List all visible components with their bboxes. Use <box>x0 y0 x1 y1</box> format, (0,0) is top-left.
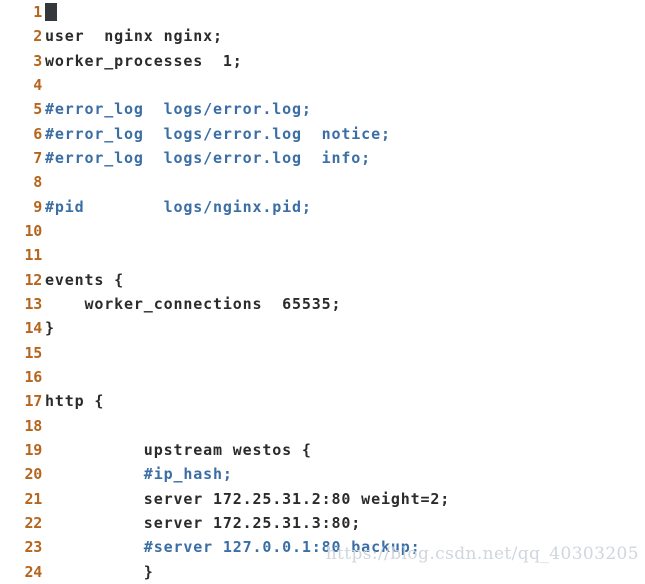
code-text: upstream westos { <box>45 440 312 459</box>
line-number: 3 <box>33 51 42 70</box>
code-text: server 172.25.31.2:80 weight=2; <box>45 489 451 508</box>
code-line[interactable]: 12 events { <box>0 268 645 292</box>
line-number: 5 <box>33 100 42 119</box>
code-line[interactable]: 18 <box>0 414 645 438</box>
line-number: 4 <box>33 75 42 94</box>
code-comment: #server 127.0.0.1:80 backup; <box>45 538 421 557</box>
line-number: 9 <box>33 197 42 216</box>
code-line[interactable]: 11 <box>0 243 645 267</box>
code-line[interactable]: 9 #pid logs/nginx.pid; <box>0 195 645 219</box>
line-number: 20 <box>24 465 43 484</box>
code-line[interactable]: 22 server 172.25.31.3:80; <box>0 511 645 535</box>
code-comment: #error_log logs/error.log; <box>45 100 312 119</box>
code-line[interactable]: 15 <box>0 341 645 365</box>
code-line[interactable]: 23 #server 127.0.0.1:80 backup; <box>0 535 645 559</box>
line-number: 19 <box>24 440 43 459</box>
line-number: 7 <box>33 148 42 167</box>
line-number: 6 <box>33 124 42 143</box>
line-number: 14 <box>24 319 43 338</box>
code-line[interactable]: 19 upstream westos { <box>0 438 645 462</box>
line-number: 15 <box>24 343 43 362</box>
code-line[interactable]: 17 http { <box>0 389 645 413</box>
line-number: 21 <box>24 489 43 508</box>
line-number: 18 <box>24 416 43 435</box>
line-number: 11 <box>24 246 43 265</box>
code-text: worker_connections 65535; <box>45 294 342 313</box>
code-text: worker_processes 1; <box>45 51 243 70</box>
line-number: 24 <box>24 562 43 581</box>
code-line[interactable]: 6 #error_log logs/error.log notice; <box>0 122 645 146</box>
code-text: server 172.25.31.3:80; <box>45 513 362 532</box>
code-line[interactable]: 3 worker_processes 1; <box>0 49 645 73</box>
code-line[interactable]: 2 user nginx nginx; <box>0 24 645 48</box>
code-line[interactable]: 1 <box>0 0 645 24</box>
code-line[interactable]: 5 #error_log logs/error.log; <box>0 97 645 121</box>
code-comment: #error_log logs/error.log info; <box>45 148 372 167</box>
text-cursor <box>45 3 57 21</box>
code-line[interactable]: 10 <box>0 219 645 243</box>
line-number: 22 <box>24 513 43 532</box>
code-comment: #pid logs/nginx.pid; <box>45 197 312 216</box>
code-text: http { <box>45 392 105 411</box>
line-number: 10 <box>24 221 43 240</box>
code-line[interactable]: 14} <box>0 316 645 340</box>
code-line[interactable]: 20 #ip_hash; <box>0 462 645 486</box>
code-line[interactable]: 7 #error_log logs/error.log info; <box>0 146 645 170</box>
code-line[interactable]: 21 server 172.25.31.2:80 weight=2; <box>0 487 645 511</box>
line-number: 16 <box>24 367 43 386</box>
line-number: 12 <box>24 270 43 289</box>
code-line[interactable]: 8 <box>0 170 645 194</box>
code-line[interactable]: 24 } <box>0 560 645 584</box>
line-number: 17 <box>24 392 43 411</box>
line-number: 23 <box>24 538 43 557</box>
code-line-list: 1 2 user nginx nginx; 3 worker_processes 1; 4… <box>0 0 645 584</box>
line-number: 13 <box>24 294 43 313</box>
code-text: } <box>45 562 154 581</box>
code-line[interactable]: 16 <box>0 365 645 389</box>
code-text: } <box>45 319 55 338</box>
code-comment: #ip_hash; <box>45 465 233 484</box>
code-text: events { <box>45 270 125 289</box>
line-number: 8 <box>33 173 42 192</box>
code-text: user nginx nginx; <box>45 27 223 46</box>
code-comment: #error_log logs/error.log notice; <box>45 124 391 143</box>
code-editor[interactable]: 1 2 user nginx nginx; 3 worker_processes 1; 4… <box>0 0 645 584</box>
line-number: 1 <box>33 3 42 21</box>
line-number: 2 <box>33 27 42 46</box>
code-line[interactable]: 13 worker_connections 65535; <box>0 292 645 316</box>
code-line[interactable]: 4 <box>0 73 645 97</box>
